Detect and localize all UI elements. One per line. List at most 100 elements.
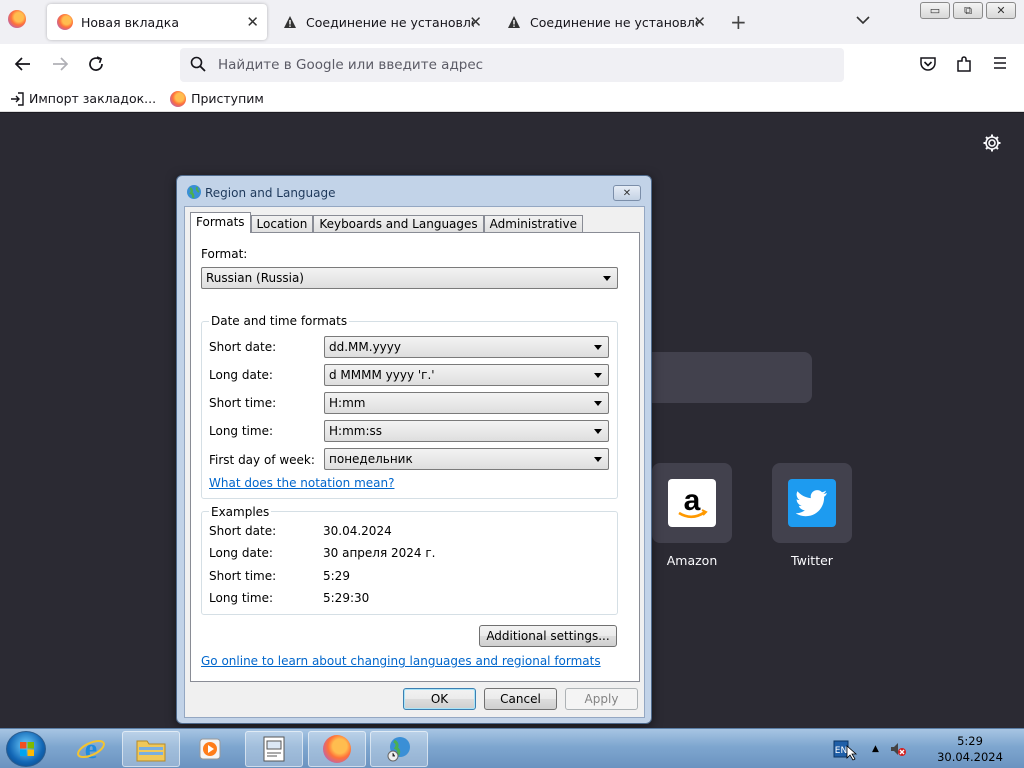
taskbar-explorer[interactable]: [122, 731, 180, 767]
reload-icon[interactable]: [86, 55, 106, 75]
field-value: понедельник: [329, 452, 413, 466]
top-site-amazon[interactable]: a: [652, 463, 732, 543]
notation-help-link[interactable]: What does the notation mean?: [209, 476, 394, 490]
tab-connection-failed[interactable]: Соединение не установлено: ✕: [272, 4, 490, 40]
go-online-link[interactable]: Go online to learn about changing langua…: [201, 654, 601, 668]
dialog-tabs: Formats Location Keyboards and Languages…: [190, 212, 584, 234]
dialog-close-button[interactable]: ✕: [613, 185, 641, 201]
format-label: Format:: [201, 247, 248, 261]
group-title: Examples: [209, 505, 272, 519]
bookmarks-toolbar: Импорт закладок... Приступим: [0, 86, 1024, 112]
volume-muted-icon[interactable]: [889, 740, 907, 758]
bookmark-label: Импорт закладок...: [29, 91, 157, 106]
chevron-down-icon: [594, 401, 602, 406]
example-label: Long time:: [209, 591, 274, 605]
search-icon: [190, 56, 206, 75]
gear-icon[interactable]: [982, 133, 1004, 155]
list-all-tabs-icon[interactable]: [855, 12, 873, 30]
clock-time: 5:29: [957, 734, 983, 748]
bookmark-import[interactable]: Импорт закладок...: [10, 91, 156, 106]
long-date-select[interactable]: d MMMM yyyy 'г.': [324, 364, 609, 386]
dialog-body: Formats Location Keyboards and Languages…: [184, 206, 645, 718]
additional-settings-button[interactable]: Additional settings...: [479, 625, 617, 647]
system-tray: EN ▲: [832, 729, 907, 768]
tab-label: Соединение не установлено:: [530, 14, 698, 30]
field-value: dd.MM.yyyy: [329, 340, 401, 354]
taskbar-internet-explorer[interactable]: e: [62, 731, 120, 767]
field-value: d MMMM yyyy 'г.': [329, 368, 435, 382]
windows-logo-icon: [20, 742, 34, 756]
field-label: Long time:: [209, 424, 274, 438]
cursor-icon: [846, 745, 858, 761]
close-tab-icon[interactable]: ✕: [469, 13, 482, 31]
region-and-language-dialog: Region and Language ✕ Formats Location K…: [176, 175, 652, 724]
short-date-select[interactable]: dd.MM.yyyy: [324, 336, 609, 358]
twitter-logo-icon: [788, 479, 836, 527]
close-tab-icon[interactable]: ✕: [693, 13, 706, 31]
navigation-toolbar: [0, 44, 1024, 86]
start-button[interactable]: [6, 731, 46, 767]
apply-button[interactable]: Apply: [565, 688, 638, 710]
restore-button[interactable]: ⧉: [953, 2, 983, 19]
formats-panel: Format: Russian (Russia) Date and time f…: [190, 232, 640, 682]
bookmark-get-started[interactable]: Приступим: [170, 90, 264, 107]
ok-button[interactable]: OK: [403, 688, 476, 710]
close-window-button[interactable]: ✕: [986, 2, 1016, 19]
field-value: H:mm: [329, 396, 366, 410]
taskbar-clock[interactable]: 5:29 30.04.2024: [934, 733, 1006, 765]
forward-icon[interactable]: [50, 55, 70, 75]
minimize-button[interactable]: ▭: [920, 2, 950, 19]
top-site-label: Amazon: [666, 553, 718, 568]
pocket-icon[interactable]: [918, 55, 938, 75]
top-site-twitter[interactable]: [772, 463, 852, 543]
taskbar-control-panel[interactable]: [245, 731, 303, 767]
chevron-down-icon: [594, 345, 602, 350]
warning-icon: [506, 14, 522, 30]
firefox-icon: [170, 90, 187, 107]
top-site-label: Twitter: [791, 553, 833, 568]
tab-administrative[interactable]: Administrative: [483, 215, 584, 233]
tab-label: Новая вкладка: [81, 14, 179, 30]
tab-strip: Новая вкладка ✕ Соединение не установлен…: [0, 0, 1024, 44]
dialog-title: Region and Language: [205, 186, 336, 200]
tab-label: Соединение не установлено:: [306, 14, 474, 30]
back-icon[interactable]: [13, 55, 33, 75]
long-time-select[interactable]: H:mm:ss: [324, 420, 609, 442]
taskbar-firefox[interactable]: [308, 731, 366, 767]
taskbar-media-player[interactable]: [182, 731, 240, 767]
menu-icon[interactable]: [990, 55, 1010, 75]
url-input[interactable]: [218, 57, 818, 73]
example-value: 30 апреля 2024 г.: [323, 546, 436, 560]
internet-explorer-icon: e: [77, 734, 105, 764]
field-label: Long date:: [209, 368, 273, 382]
tab-new-tab[interactable]: Новая вкладка ✕: [47, 4, 267, 40]
window-controls: ▭ ⧉ ✕: [920, 2, 1016, 19]
chevron-down-icon: [594, 373, 602, 378]
folder-icon: [136, 740, 166, 762]
new-tab-search-box[interactable]: [640, 352, 812, 403]
first-day-of-week-select[interactable]: понедельник: [324, 448, 609, 470]
globe-clock-icon: [387, 737, 410, 762]
group-title: Date and time formats: [209, 314, 350, 328]
tab-formats[interactable]: Formats: [190, 212, 251, 233]
example-label: Short date:: [209, 524, 277, 538]
example-value: 5:29: [323, 569, 350, 583]
new-tab-icon[interactable]: +: [730, 10, 747, 34]
address-bar[interactable]: [180, 48, 844, 82]
field-label: Short date:: [209, 340, 277, 354]
firefox-view-icon[interactable]: [8, 10, 30, 32]
document-icon: [263, 736, 285, 762]
format-select[interactable]: Russian (Russia): [201, 267, 618, 289]
taskbar-region-and-language[interactable]: [370, 731, 428, 767]
tab-keyboards-and-languages[interactable]: Keyboards and Languages: [313, 215, 484, 233]
show-hidden-icons-icon[interactable]: ▲: [872, 744, 879, 754]
cancel-button[interactable]: Cancel: [484, 688, 557, 710]
tab-connection-failed[interactable]: Соединение не установлено: ✕: [496, 4, 714, 40]
tab-location[interactable]: Location: [250, 215, 314, 233]
extensions-icon[interactable]: [954, 55, 974, 75]
clock-date: 30.04.2024: [937, 750, 1003, 764]
svg-text:a: a: [684, 484, 701, 517]
field-value: H:mm:ss: [329, 424, 382, 438]
short-time-select[interactable]: H:mm: [324, 392, 609, 414]
close-tab-icon[interactable]: ✕: [246, 13, 259, 31]
